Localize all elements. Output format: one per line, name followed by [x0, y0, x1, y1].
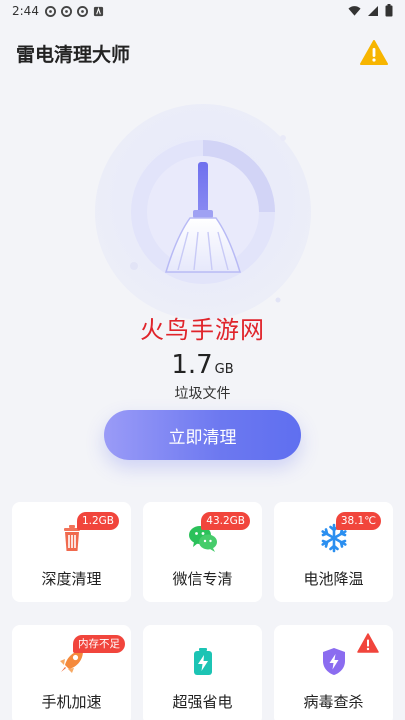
card-virus-scan[interactable]: 病毒查杀 — [274, 625, 393, 720]
card-label: 微信专清 — [172, 570, 233, 588]
watermark-text: 火鸟手游网 — [140, 316, 265, 344]
status-bar: 2:44 — [0, 0, 405, 22]
clean-now-button[interactable]: 立即清理 — [104, 410, 301, 460]
card-phone-boost[interactable]: 内存不足 手机加速 — [12, 625, 131, 720]
status-badge: 1.2GB — [76, 512, 119, 530]
card-label: 超强省电 — [172, 693, 233, 711]
card-label: 深度清理 — [41, 570, 102, 588]
card-deep-clean[interactable]: 1.2GB 深度清理 — [12, 502, 131, 602]
card-battery-cooling[interactable]: 38.1℃ 电池降温 — [274, 502, 393, 602]
battery-status-icon — [385, 4, 393, 17]
card-wechat-clean[interactable]: 43.2GB 微信专清 — [143, 502, 262, 602]
status-badge: 43.2GB — [201, 512, 250, 530]
notification-icon — [60, 5, 72, 17]
status-badge: 内存不足 — [73, 635, 125, 653]
decor-dot — [275, 297, 281, 303]
app-notification-icon — [93, 6, 104, 16]
status-badge: 38.1℃ — [335, 512, 381, 530]
warning-icon[interactable] — [359, 38, 389, 68]
card-label: 病毒查杀 — [303, 693, 364, 711]
status-time: 2:44 — [12, 4, 39, 18]
wifi-icon — [348, 5, 361, 16]
card-label: 电池降温 — [303, 570, 364, 588]
shield-icon — [323, 648, 345, 675]
notification-icon — [76, 5, 88, 17]
junk-size: 1.7 GB — [0, 350, 405, 380]
alert-icon — [357, 633, 379, 653]
junk-size-unit: GB — [214, 362, 234, 377]
app-header: 雷电清理大师 — [0, 28, 405, 78]
battery-icon — [194, 648, 212, 675]
card-label: 手机加速 — [41, 693, 102, 711]
junk-size-value: 1.7 — [171, 350, 213, 380]
cellular-signal-icon — [368, 5, 378, 16]
notification-icon — [44, 5, 56, 17]
cleaning-gauge — [95, 104, 311, 320]
card-power-saving[interactable]: 超强省电 — [143, 625, 262, 720]
decor-dot — [280, 135, 286, 141]
app-title: 雷电清理大师 — [16, 43, 131, 66]
junk-size-label: 垃圾文件 — [174, 386, 231, 402]
decor-dot — [130, 262, 138, 270]
